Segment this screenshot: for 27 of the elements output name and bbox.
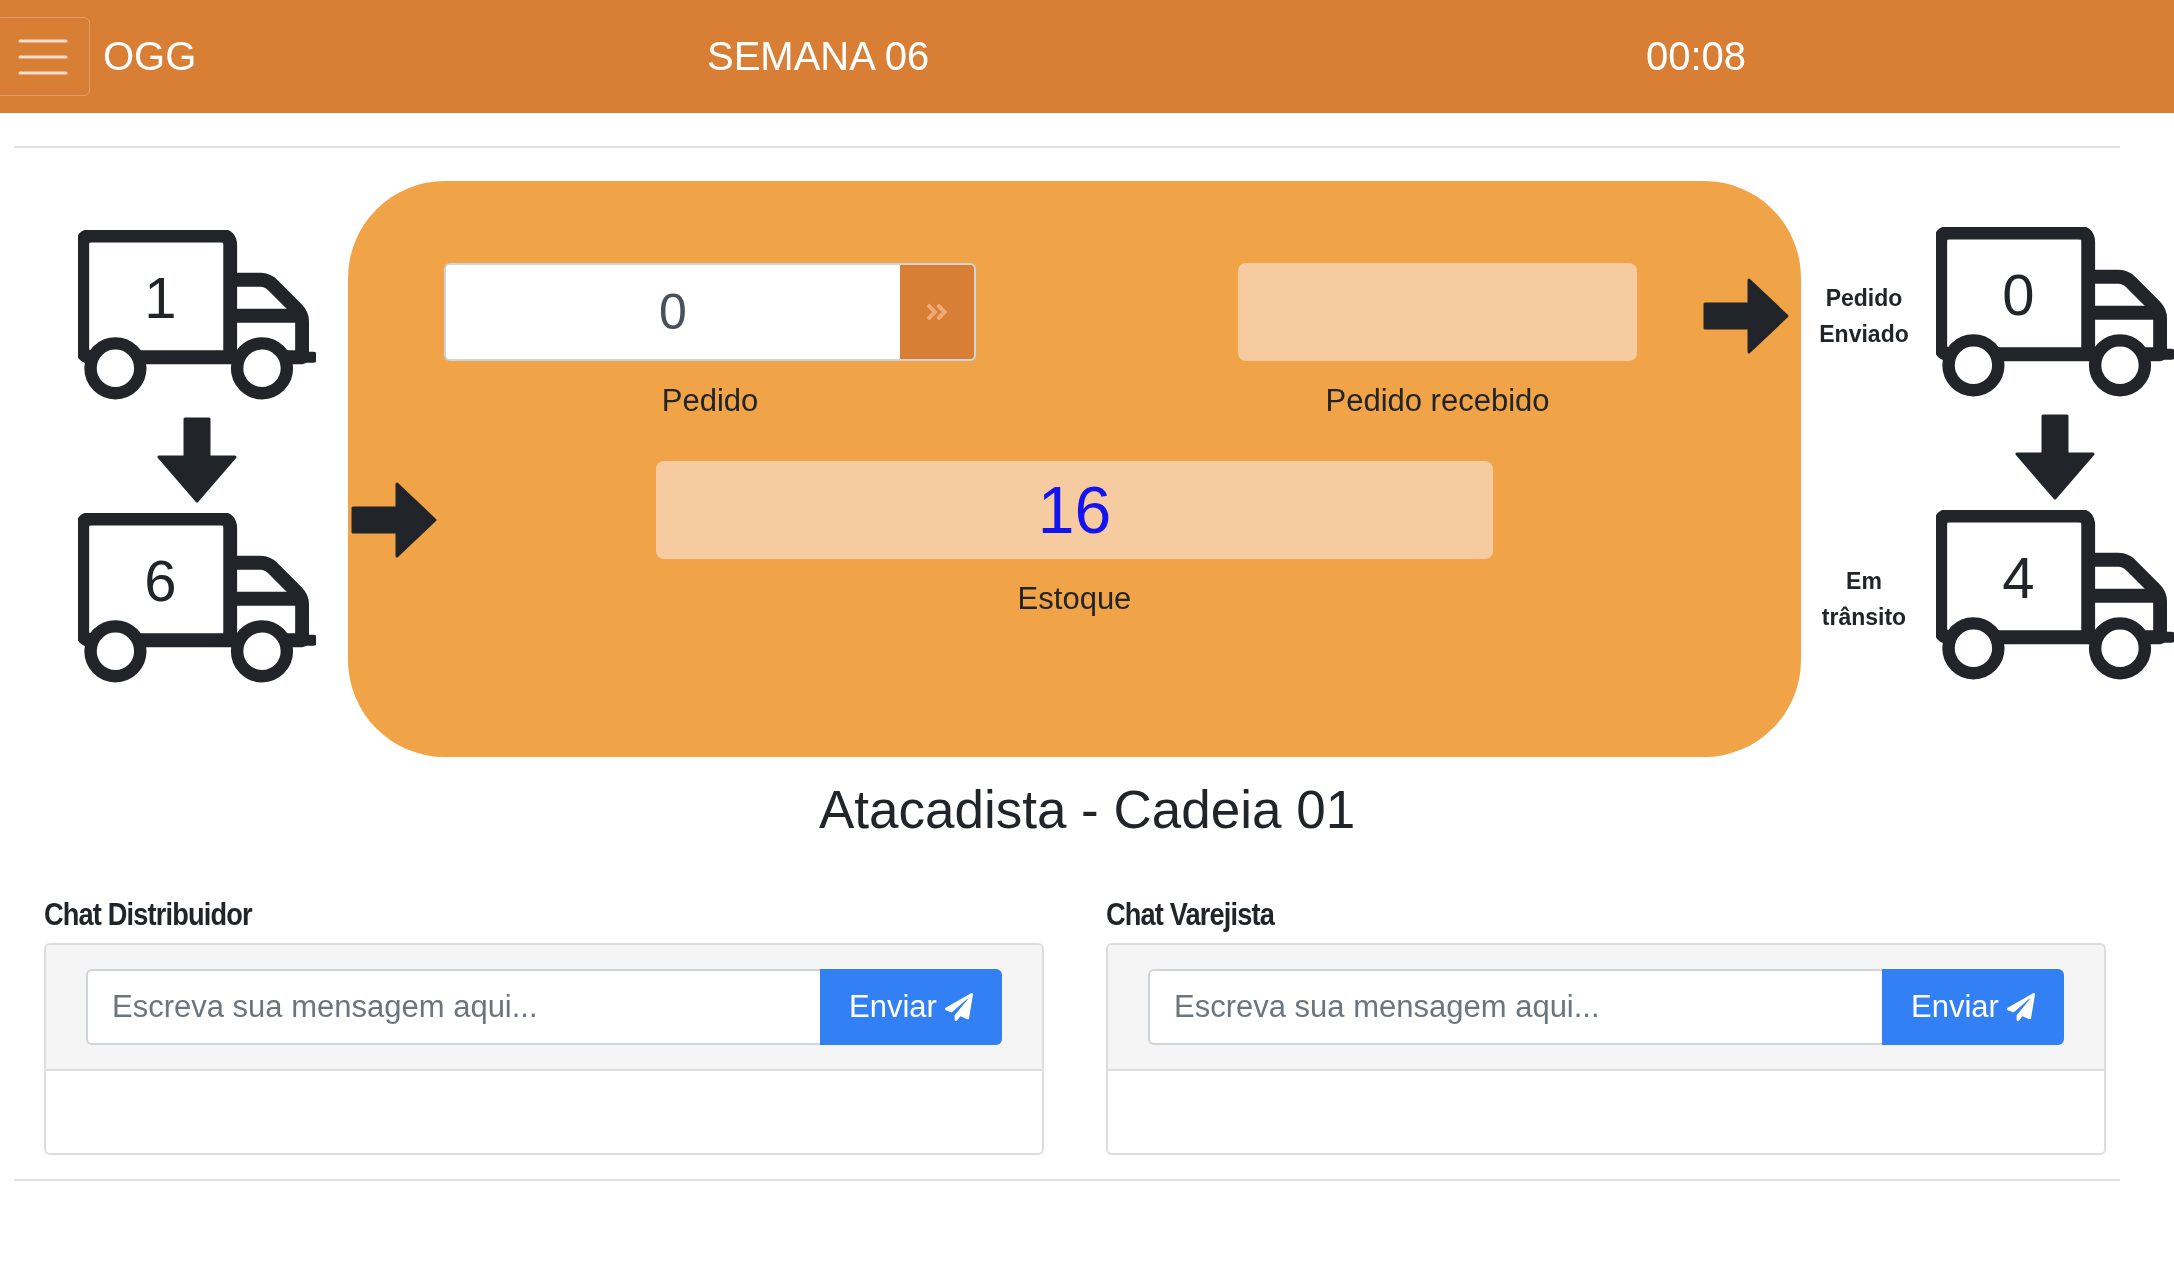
send-icon: [2006, 993, 2035, 1021]
stock-value: 16: [1037, 472, 1112, 548]
arrow-down-icon: [157, 417, 237, 503]
truck-label: Pedido Enviado: [1818, 283, 1910, 349]
truck-count: 1: [143, 264, 178, 332]
message-input[interactable]: Escreva sua mensagem aqui...: [86, 969, 820, 1045]
received-order-label: Pedido recebido: [1325, 383, 1550, 419]
arrow-right-icon: [1703, 278, 1789, 354]
arrow-down-icon: [2015, 414, 2095, 500]
truck-count: 6: [143, 547, 178, 615]
truck-label: Em trânsito: [1820, 566, 1908, 632]
arrow-right-icon: [351, 482, 437, 558]
order-label: Pedido: [661, 383, 759, 419]
brand-name: OGG: [102, 34, 198, 79]
chat-title: Chat Distribuidor: [44, 896, 252, 933]
role-title: Atacadista - Cadeia 01: [817, 779, 1357, 840]
timer: 00:08: [1646, 34, 1747, 79]
truck-count: 4: [2001, 544, 2036, 612]
send-button[interactable]: Enviar: [1882, 969, 2064, 1045]
week-label: SEMANA 06: [707, 34, 931, 79]
truck-count: 0: [2001, 261, 2036, 329]
send-button[interactable]: Enviar: [820, 969, 1002, 1045]
stock-label: Estoque: [1017, 581, 1132, 617]
menu-button[interactable]: [0, 17, 90, 96]
message-input[interactable]: Escreva sua mensagem aqui...: [1148, 969, 1882, 1045]
chat-title: Chat Varejista: [1106, 896, 1274, 933]
send-icon: [944, 993, 973, 1021]
